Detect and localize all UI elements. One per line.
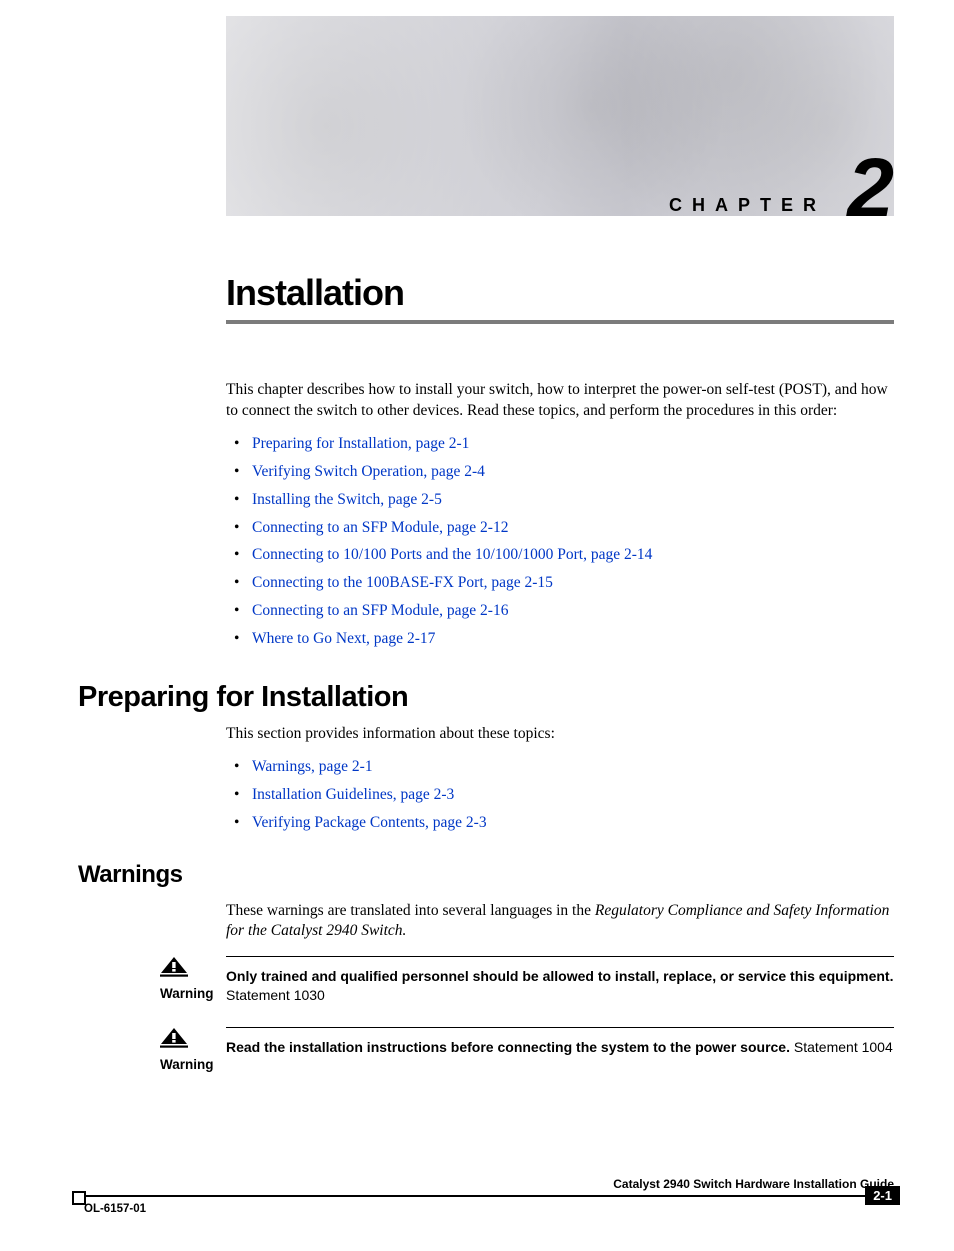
toc-link[interactable]: Installing the Switch, page 2-5 [252, 491, 442, 508]
preparing-link[interactable]: Installation Guidelines, page 2-3 [252, 786, 454, 803]
page-title: Installation [226, 272, 954, 314]
preparing-intro: This section provides information about … [226, 724, 894, 745]
warnings-intro: These warnings are translated into sever… [226, 901, 894, 943]
toc-link[interactable]: Verifying Switch Operation, page 2-4 [252, 463, 485, 480]
preparing-link[interactable]: Verifying Package Contents, page 2-3 [252, 814, 487, 831]
footer-doc-id: OL-6157-01 [84, 1203, 954, 1215]
heading-warnings: Warnings [78, 861, 954, 889]
page-footer: Catalyst 2940 Switch Hardware Installati… [0, 1177, 954, 1215]
toc-link[interactable]: Where to Go Next, page 2-17 [252, 630, 435, 647]
toc-list: Preparing for Installation, page 2-1 Ver… [226, 430, 894, 653]
warning-text: Only trained and qualified personnel sho… [226, 956, 894, 1005]
title-rule [226, 320, 894, 324]
warning-label: Warning [160, 1057, 214, 1072]
warning-icon [160, 956, 226, 983]
chapter-number: 2 [847, 146, 894, 216]
warning-block: Warning Only trained and qualified perso… [160, 956, 894, 1005]
warning-text: Read the installation instructions befor… [226, 1027, 894, 1057]
toc-link[interactable]: Connecting to an SFP Module, page 2-12 [252, 519, 508, 536]
footer-guide-title: Catalyst 2940 Switch Hardware Installati… [0, 1177, 894, 1191]
chapter-banner: CHAPTER 2 [226, 16, 894, 216]
preparing-link[interactable]: Warnings, page 2-1 [252, 758, 373, 775]
toc-link[interactable]: Preparing for Installation, page 2-1 [252, 435, 469, 452]
heading-preparing: Preparing for Installation [78, 681, 954, 714]
warning-block: Warning Read the installation instructio… [160, 1027, 894, 1074]
toc-link[interactable]: Connecting to an SFP Module, page 2-16 [252, 602, 508, 619]
footer-page-number: 2-1 [865, 1186, 900, 1205]
warning-icon [160, 1027, 226, 1054]
toc-link[interactable]: Connecting to the 100BASE-FX Port, page … [252, 574, 553, 591]
chapter-label: CHAPTER [669, 195, 826, 216]
footer-rule: 2-1 [78, 1195, 894, 1197]
preparing-list: Warnings, page 2-1 Installation Guidelin… [226, 753, 894, 837]
toc-link[interactable]: Connecting to 10/100 Ports and the 10/10… [252, 546, 652, 563]
intro-paragraph: This chapter describes how to install yo… [226, 380, 894, 422]
warning-label: Warning [160, 986, 214, 1001]
